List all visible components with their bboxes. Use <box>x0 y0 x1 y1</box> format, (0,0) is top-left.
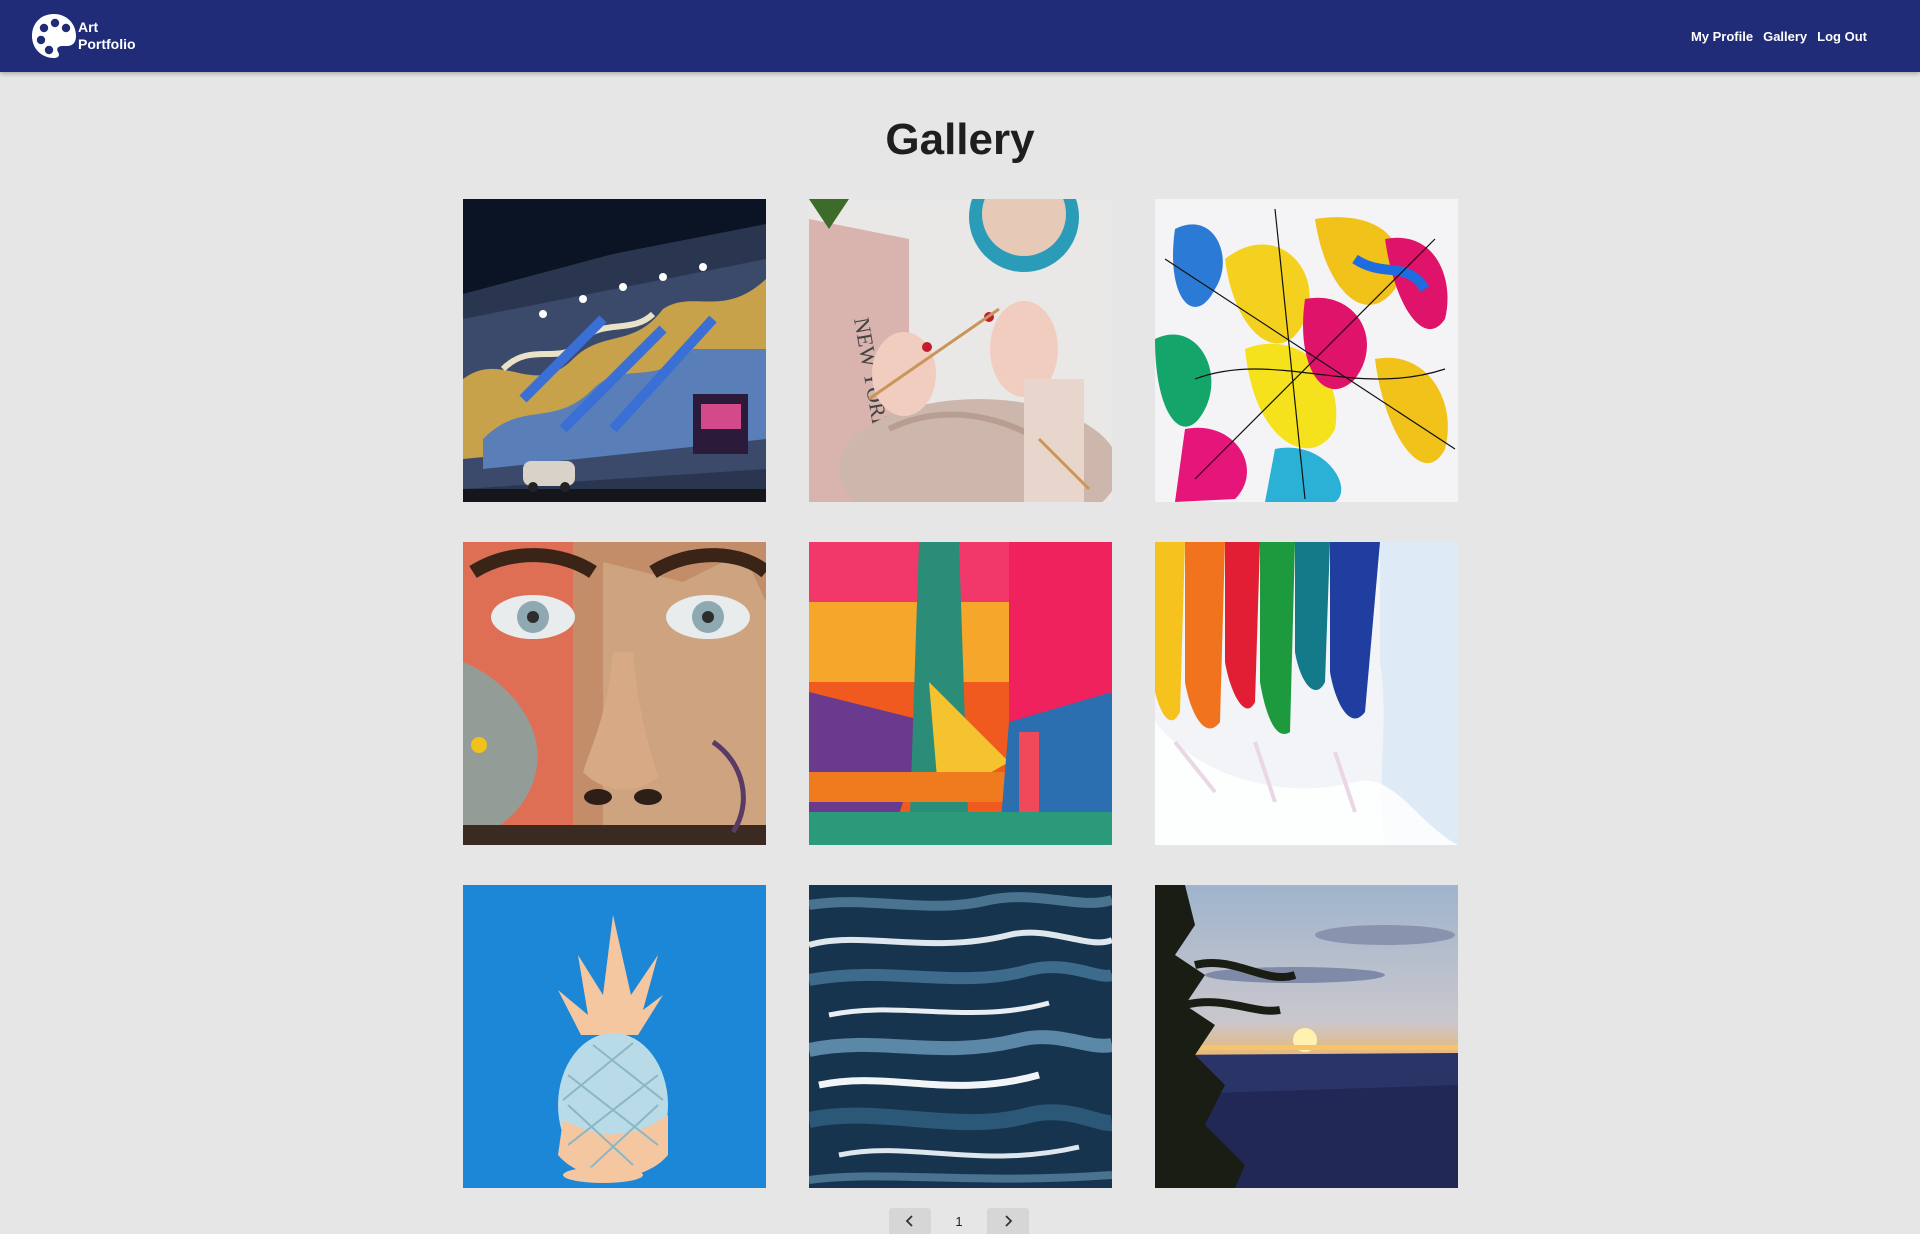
gallery-item-knitting[interactable]: NEW YORK <box>809 199 1112 502</box>
pineapple-image <box>463 885 766 1188</box>
gallery-item-canyon-sunset[interactable] <box>1155 885 1458 1188</box>
gallery-item-rainbow-drip[interactable] <box>1155 542 1458 845</box>
nav-link-gallery[interactable]: Gallery <box>1763 29 1807 44</box>
gallery-item-abstract-orange[interactable] <box>809 542 1112 845</box>
navbar: Art Portfolio My Profile Gallery Log Out <box>0 0 1920 72</box>
page-number-current[interactable]: 1 <box>937 1208 981 1234</box>
ocean-waves-image <box>809 885 1112 1188</box>
gallery-item-abstract-splash[interactable] <box>1155 199 1458 502</box>
face-mural-image <box>463 542 766 845</box>
nav-link-log-out[interactable]: Log Out <box>1817 29 1867 44</box>
chevron-right-icon <box>1005 1215 1013 1227</box>
page-title: Gallery <box>885 115 1035 164</box>
pagination: 1 <box>889 1208 1029 1234</box>
abstract-splash-image <box>1155 199 1458 502</box>
street-mural-image <box>463 199 766 502</box>
gallery-grid: NEW YORK <box>463 199 1458 1188</box>
knitting-image: NEW YORK <box>809 199 1112 502</box>
canyon-sunset-image <box>1155 885 1458 1188</box>
next-page-button[interactable] <box>987 1208 1029 1234</box>
nav-links: My Profile Gallery Log Out <box>1691 0 1867 72</box>
prev-page-button[interactable] <box>889 1208 931 1234</box>
gallery-item-pineapple[interactable] <box>463 885 766 1188</box>
brand-line-1: Art <box>78 19 99 35</box>
rainbow-drip-image <box>1155 542 1458 845</box>
gallery-item-face-mural[interactable] <box>463 542 766 845</box>
chevron-left-icon <box>905 1215 913 1227</box>
palette-icon <box>32 14 76 58</box>
brand-home-link[interactable]: Art Portfolio <box>30 12 148 60</box>
gallery-item-ocean-waves[interactable] <box>809 885 1112 1188</box>
abstract-orange-image <box>809 542 1112 845</box>
brand-line-2: Portfolio <box>78 36 136 52</box>
nav-link-my-profile[interactable]: My Profile <box>1691 29 1753 44</box>
brand-name: Art Portfolio <box>78 19 148 53</box>
gallery-item-street-mural[interactable] <box>463 199 766 502</box>
